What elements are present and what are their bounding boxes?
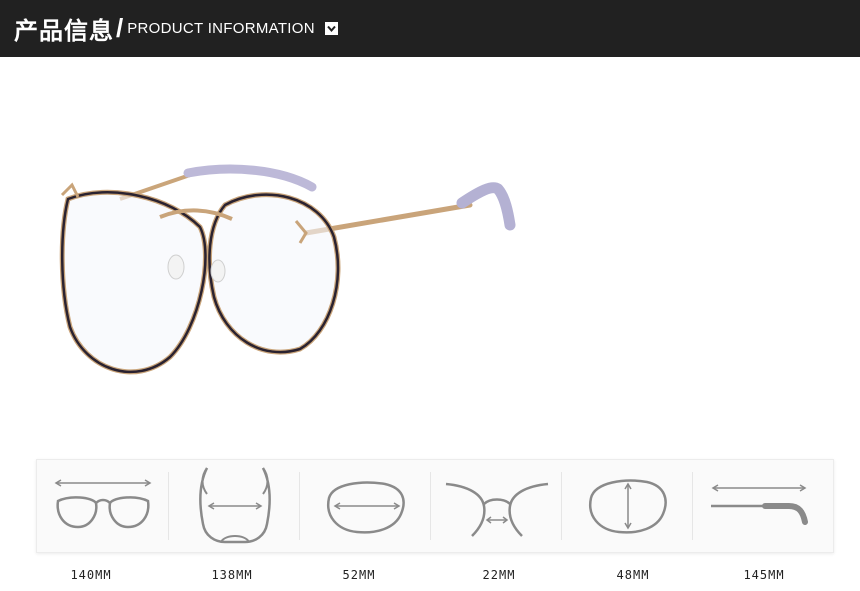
measure-cell-lens-width: [300, 460, 431, 552]
measurements-panel: [36, 459, 834, 553]
measure-label-temple-length: 145MM: [743, 568, 785, 582]
measure-cell-bridge-width: [431, 460, 562, 552]
lens-width-icon: [326, 481, 405, 534]
measure-cell-lens-height: [562, 460, 693, 552]
header-slash: /: [116, 13, 124, 43]
lens-height-icon: [588, 479, 667, 534]
measure-label-lens-height: 48MM: [616, 568, 650, 582]
section-header: 产品信息 / PRODUCT INFORMATION: [0, 0, 860, 57]
frame-width-icon: [54, 479, 151, 529]
measure-cell-frame-width: [37, 460, 168, 552]
eyeglasses-icon: [59, 164, 516, 375]
product-photo: [0, 57, 860, 447]
measure-label-bridge-width: 22MM: [482, 568, 516, 582]
measure-label-frame-width: 140MM: [70, 568, 112, 582]
measure-label-lens-width: 52MM: [342, 568, 376, 582]
measure-cell-temple-length: [693, 460, 824, 552]
measure-label-temple-to-temple: 138MM: [211, 568, 253, 582]
measure-cell-temple-to-temple: [169, 460, 300, 552]
bridge-width-icon: [445, 482, 548, 537]
header-title-en: PRODUCT INFORMATION: [127, 20, 315, 37]
temple-to-temple-icon: [198, 467, 271, 544]
header-title-cn: 产品信息: [14, 17, 114, 45]
temple-length-icon: [710, 484, 808, 525]
chevron-down-icon: [324, 22, 338, 35]
